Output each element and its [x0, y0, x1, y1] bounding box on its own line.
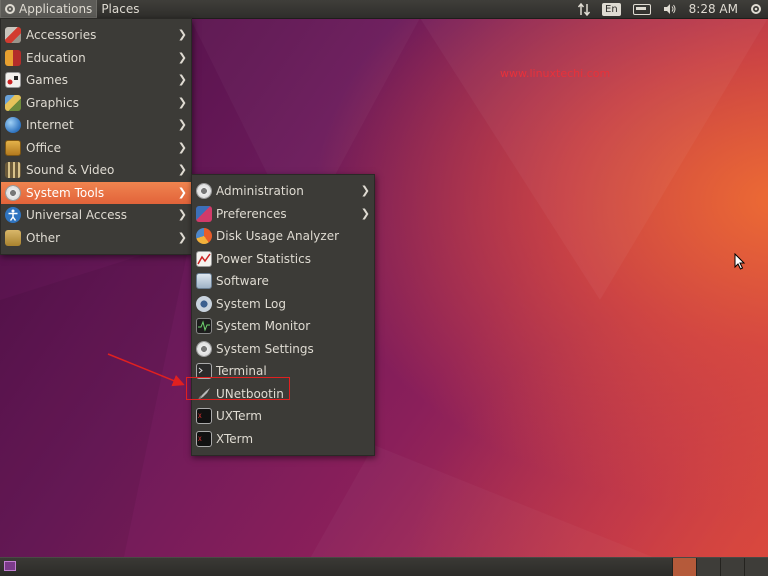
bottom-panel: [0, 557, 768, 576]
mouse-cursor-icon: [734, 253, 746, 270]
workspace-3[interactable]: [720, 558, 744, 576]
show-desktop-icon[interactable]: [4, 561, 16, 571]
annotation-arrow: [107, 353, 185, 387]
workspace-2[interactable]: [696, 558, 720, 576]
workspace-4[interactable]: [744, 558, 768, 576]
desktop: { "top_panel": { "applications_label": "…: [0, 0, 768, 576]
workspace-1[interactable]: [672, 558, 696, 576]
